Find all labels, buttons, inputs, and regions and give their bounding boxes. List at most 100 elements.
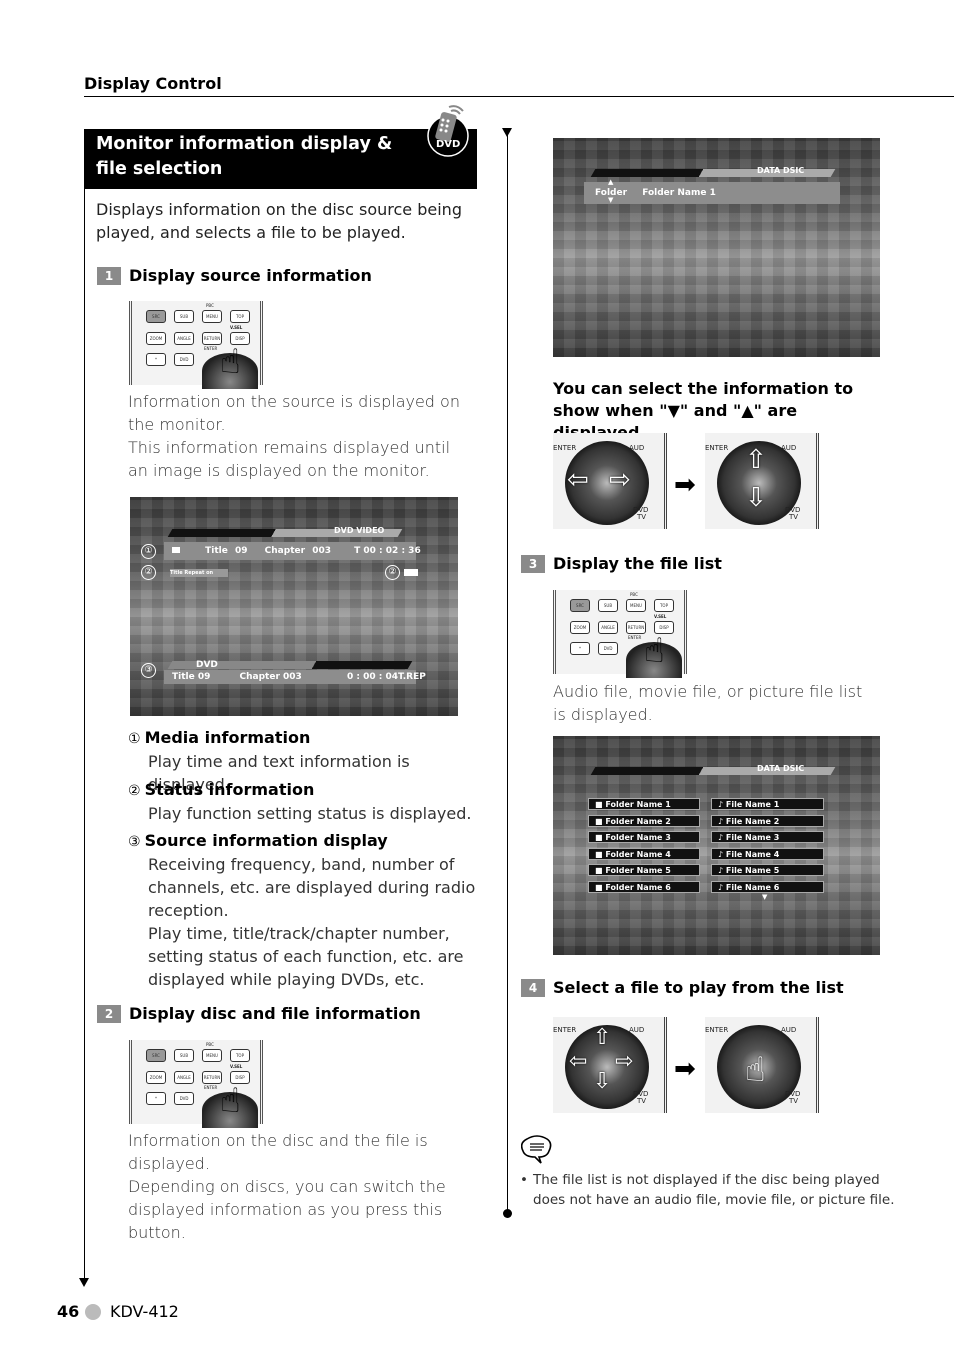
top-menu-button[interactable]: TOP MENU bbox=[230, 310, 250, 323]
tv-label: TV bbox=[637, 1097, 647, 1105]
source-label: DVD VIDEO bbox=[334, 526, 385, 535]
legend-item-2: ② Status information Play function settin… bbox=[128, 779, 488, 825]
legend-title: Status information bbox=[144, 780, 315, 799]
folder-list-item[interactable]: ■ Folder Name 6 bbox=[588, 881, 700, 893]
aud-label: AUD bbox=[629, 1026, 645, 1034]
remote-illustration: PBC SRC SUB TITLE MENU TOP MENU V.SEL ZO… bbox=[553, 590, 687, 678]
flow-line-middle bbox=[507, 135, 508, 1213]
data-disc-screen: DATA DSIC Folder Folder Name 1 ▲ ▼ bbox=[553, 138, 880, 357]
legend-description: Receiving frequency, band, number of cha… bbox=[148, 855, 476, 920]
dpad-left-right: ENTER AUD DVD TV ⇦ ⇨ bbox=[553, 433, 667, 529]
legend-title: Source information display bbox=[144, 831, 388, 850]
legend-mark: ① bbox=[128, 731, 141, 747]
return-button[interactable]: RETURN bbox=[202, 332, 222, 345]
section-title: Display Control bbox=[84, 74, 222, 93]
model-name: KDV-412 bbox=[110, 1302, 179, 1321]
folder-list-item[interactable]: ■ Folder Name 3 bbox=[588, 831, 700, 844]
folder-list-item[interactable]: ■ Folder Name 5 bbox=[588, 864, 700, 877]
return-button[interactable]: RETURN bbox=[202, 1071, 222, 1084]
return-button[interactable]: RETURN bbox=[626, 621, 646, 634]
aud-label: AUD bbox=[781, 1026, 797, 1034]
dvd-setup-button[interactable]: DVD SETUP bbox=[598, 642, 618, 655]
star-button[interactable]: * bbox=[570, 642, 590, 655]
source-bar-label: DVD bbox=[196, 660, 218, 670]
menu-button[interactable]: MENU bbox=[202, 1049, 222, 1062]
chapter-value: 003 bbox=[312, 546, 331, 556]
legend-item-3: ③ Source information display Receiving fr… bbox=[128, 830, 488, 991]
note-speech-bubble-icon bbox=[520, 1135, 553, 1169]
file-list-item[interactable]: ♪ File Name 2 bbox=[711, 814, 824, 827]
top-menu-button[interactable]: TOP MENU bbox=[654, 599, 674, 612]
remote-illustration: PBC SRC SUB TITLE MENU TOP MENU V.SEL ZO… bbox=[129, 1040, 263, 1128]
enter-label: ENTER bbox=[705, 1026, 729, 1034]
enter-label: ENTER bbox=[204, 346, 218, 351]
star-button[interactable]: * bbox=[146, 1092, 166, 1105]
folder-value: Folder Name 1 bbox=[642, 188, 716, 198]
src-button[interactable]: SRC bbox=[570, 599, 590, 612]
marker-2-right: ② bbox=[385, 565, 400, 580]
subtitle-button[interactable]: SUB TITLE bbox=[174, 1049, 194, 1062]
source-label: DATA DSIC bbox=[757, 166, 805, 175]
tv-label: TV bbox=[789, 513, 799, 521]
angle-button[interactable]: ANGLE bbox=[174, 332, 194, 345]
legend-mark: ③ bbox=[128, 834, 141, 850]
file-list-item[interactable]: ♪ File Name 3 bbox=[711, 831, 824, 844]
zoom-button[interactable]: ZOOM bbox=[570, 621, 590, 634]
src-button[interactable]: SRC bbox=[146, 310, 166, 323]
status-indicator: Title Repeat on bbox=[170, 569, 228, 577]
source-chapter: Chapter 003 bbox=[239, 672, 302, 682]
file-list-item[interactable]: ♪ File Name 1 bbox=[711, 798, 824, 810]
folder-list-item[interactable]: ■ Folder Name 4 bbox=[588, 847, 700, 860]
folder-list-item[interactable]: ■ Folder Name 2 bbox=[588, 814, 700, 827]
heading-line-2: file selection bbox=[96, 159, 223, 179]
vsel-label: V.SEL bbox=[230, 1064, 243, 1069]
right-arrow-icon: ⇨ bbox=[609, 465, 631, 495]
zoom-button[interactable]: ZOOM bbox=[146, 332, 166, 345]
file-list-item[interactable]: ♪ File Name 4 bbox=[711, 847, 824, 860]
flow-line-left bbox=[84, 189, 85, 1279]
pbc-label: PBC bbox=[630, 592, 638, 597]
pointing-hand-icon: ☝ bbox=[745, 1050, 766, 1090]
subtitle-button[interactable]: SUB TITLE bbox=[598, 599, 618, 612]
description-line: Information on the source is displayed o… bbox=[128, 392, 460, 434]
folder-list-item[interactable]: ■ Folder Name 1 bbox=[588, 798, 700, 810]
step-number: 3 bbox=[521, 554, 545, 573]
aud-label: AUD bbox=[629, 444, 645, 452]
dvd-setup-button[interactable]: DVD SETUP bbox=[174, 1092, 194, 1105]
file-list-item[interactable]: ♪ File Name 6 bbox=[711, 881, 824, 893]
scroll-down-arrow-icon[interactable]: ▼ bbox=[762, 893, 767, 901]
legend-description: Play function setting status is displaye… bbox=[148, 804, 472, 823]
step-title: Display source information bbox=[129, 266, 372, 285]
play-time: T 00 : 02 : 36 bbox=[354, 546, 421, 556]
star-button[interactable]: * bbox=[146, 353, 166, 366]
pbc-label: PBC bbox=[206, 303, 214, 308]
step-title: Display disc and file information bbox=[129, 1004, 421, 1023]
step-title: Select a file to play from the list bbox=[553, 978, 844, 997]
step-2-heading: 2 Display disc and file information bbox=[97, 1004, 421, 1023]
zoom-button[interactable]: ZOOM bbox=[146, 1071, 166, 1084]
subtitle-button[interactable]: SUB TITLE bbox=[174, 310, 194, 323]
remote-control-icon: DVD bbox=[425, 103, 471, 157]
angle-button[interactable]: ANGLE bbox=[174, 1071, 194, 1084]
flow-arrow-down-icon bbox=[79, 1278, 89, 1287]
left-arrow-icon: ⇦ bbox=[569, 1049, 588, 1074]
step-number: 2 bbox=[97, 1004, 121, 1023]
step-1-heading: 1 Display source information bbox=[97, 266, 372, 285]
src-button[interactable]: SRC bbox=[146, 1049, 166, 1062]
file-list-item[interactable]: ♪ File Name 5 bbox=[711, 864, 824, 877]
dvd-video-screen: DVD VIDEO Title 09 Chapter 003 T 00 : 02… bbox=[130, 497, 458, 716]
menu-button[interactable]: MENU bbox=[626, 599, 646, 612]
pointing-hand-icon: ☝ bbox=[220, 342, 241, 382]
chapter-label: Chapter bbox=[264, 546, 306, 556]
file-list-screen: DATA DSIC ■ Folder Name 1 ■ Folder Name 2… bbox=[553, 736, 880, 955]
pointing-hand-icon: ☝ bbox=[220, 1081, 241, 1121]
menu-button[interactable]: MENU bbox=[202, 310, 222, 323]
top-menu-button[interactable]: TOP MENU bbox=[230, 1049, 250, 1062]
dpad-press-center: ENTER AUD DVD TV ☝ bbox=[705, 1017, 819, 1113]
up-arrow-icon: ▲ bbox=[608, 178, 614, 186]
dvd-setup-button[interactable]: DVD SETUP bbox=[174, 353, 194, 366]
next-step-arrow-icon: ➡ bbox=[674, 1054, 696, 1084]
marker-2: ② bbox=[141, 565, 156, 580]
angle-button[interactable]: ANGLE bbox=[598, 621, 618, 634]
step-3-heading: 3 Display the file list bbox=[521, 554, 722, 573]
